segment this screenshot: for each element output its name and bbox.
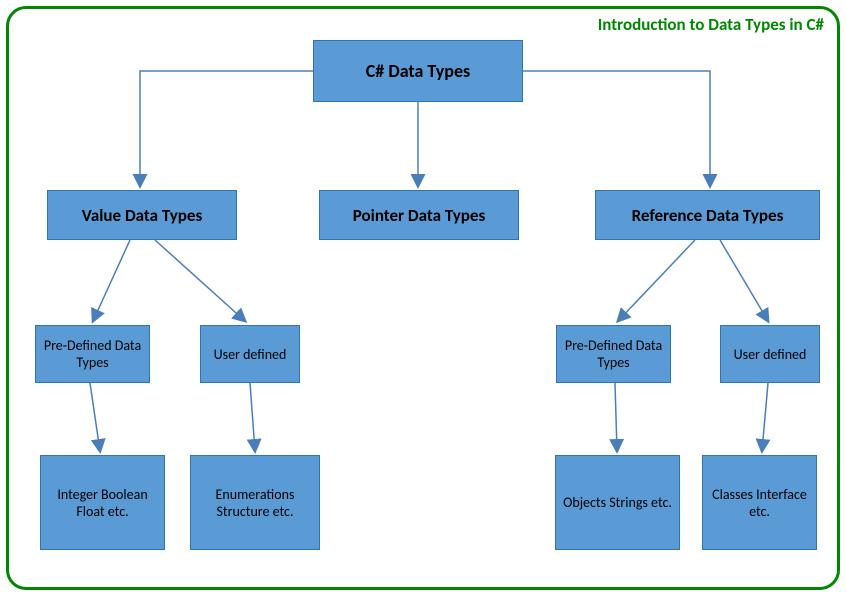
diagram-title: Introduction to Data Types in C# — [598, 14, 824, 35]
node-pointer-types-label: Pointer Data Types — [349, 201, 490, 230]
node-root-label: C# Data Types — [362, 56, 474, 86]
node-value-user: User defined — [200, 325, 300, 383]
node-ref-predef-leaf: Objects Strings etc. — [555, 455, 680, 550]
node-value-user-leaf-label: Enumerations Structure etc. — [191, 482, 319, 524]
node-value-types: Value Data Types — [47, 190, 237, 240]
node-value-types-label: Value Data Types — [78, 201, 207, 230]
node-value-user-leaf: Enumerations Structure etc. — [190, 455, 320, 550]
node-root: C# Data Types — [313, 40, 523, 102]
node-ref-user-leaf: Classes Interface etc. — [702, 455, 817, 550]
node-value-user-label: User defined — [210, 342, 291, 367]
node-reference-types: Reference Data Types — [595, 190, 820, 240]
node-ref-predef-label: Pre-Defined Data Types — [557, 333, 670, 375]
node-ref-user: User defined — [720, 325, 820, 383]
node-value-predef-leaf: Integer Boolean Float etc. — [40, 455, 165, 550]
node-ref-predef-leaf-label: Objects Strings etc. — [559, 490, 676, 515]
node-ref-predef: Pre-Defined Data Types — [556, 325, 671, 383]
node-ref-user-leaf-label: Classes Interface etc. — [703, 482, 816, 524]
node-value-predef-label: Pre-Defined Data Types — [36, 333, 149, 375]
node-value-predef-leaf-label: Integer Boolean Float etc. — [41, 482, 164, 524]
node-ref-user-label: User defined — [730, 342, 811, 367]
node-reference-types-label: Reference Data Types — [628, 201, 788, 230]
node-pointer-types: Pointer Data Types — [319, 190, 519, 240]
node-value-predef: Pre-Defined Data Types — [35, 325, 150, 383]
